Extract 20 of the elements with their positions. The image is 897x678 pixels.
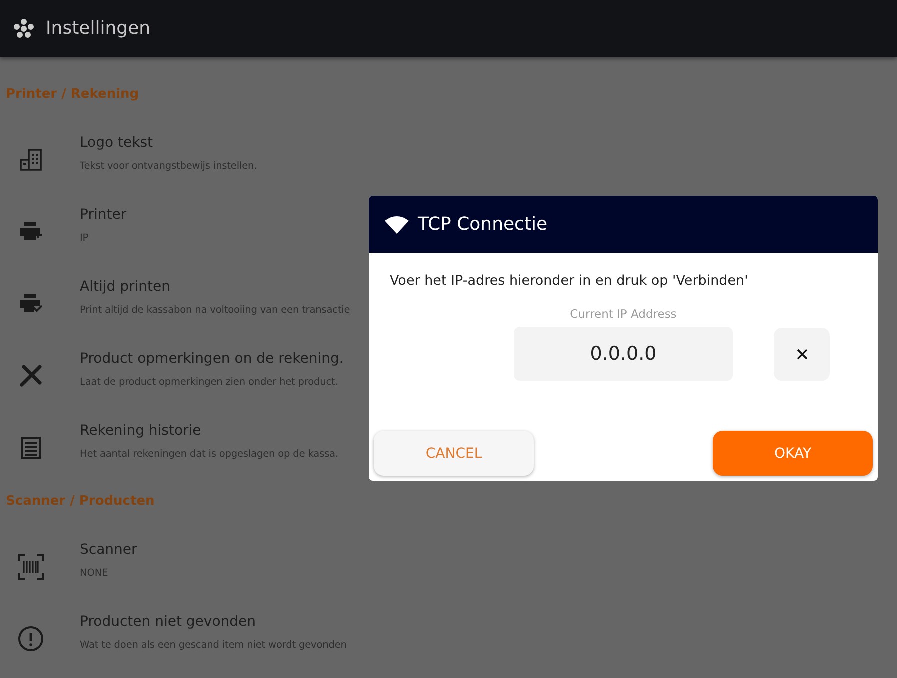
dialog-message: Voer het IP-adres hieronder in en druk op 'Verbinden': [390, 273, 750, 289]
dialog-title: TCP Connectie: [418, 214, 548, 235]
item-title: Rekening historie: [80, 422, 202, 438]
item-title: Logo tekst: [80, 134, 154, 150]
item-title: Product opmerkingen on de rekening.: [80, 350, 344, 366]
item-title: Scanner: [80, 542, 138, 558]
item-title: Printer: [80, 206, 127, 222]
item-description: Het aantal rekeningen dat is opgeslagen op de kassa.: [80, 448, 338, 460]
section-title: Scanner / Producten: [5, 494, 156, 509]
item-description: Wat te doen als een gescand item niet wordt gevonden: [80, 640, 347, 650]
app-title: Instellingen: [46, 18, 151, 39]
item-title: Altijd printen: [80, 278, 170, 294]
item-description: Laat de product opmerkingen zien onder het product.: [80, 376, 338, 388]
item-title: Producten niet gevonden: [80, 614, 256, 630]
item-description: NONE: [80, 568, 108, 578]
item-description: Print altijd de kassabon na voltooiing van een transactie: [80, 304, 350, 316]
field-label: Current IP Address: [570, 307, 677, 321]
item-description: Tekst voor ontvangstbewijs instellen.: [80, 160, 258, 172]
section-title: Printer / Rekening: [5, 87, 140, 102]
item-description: IP: [80, 232, 89, 244]
